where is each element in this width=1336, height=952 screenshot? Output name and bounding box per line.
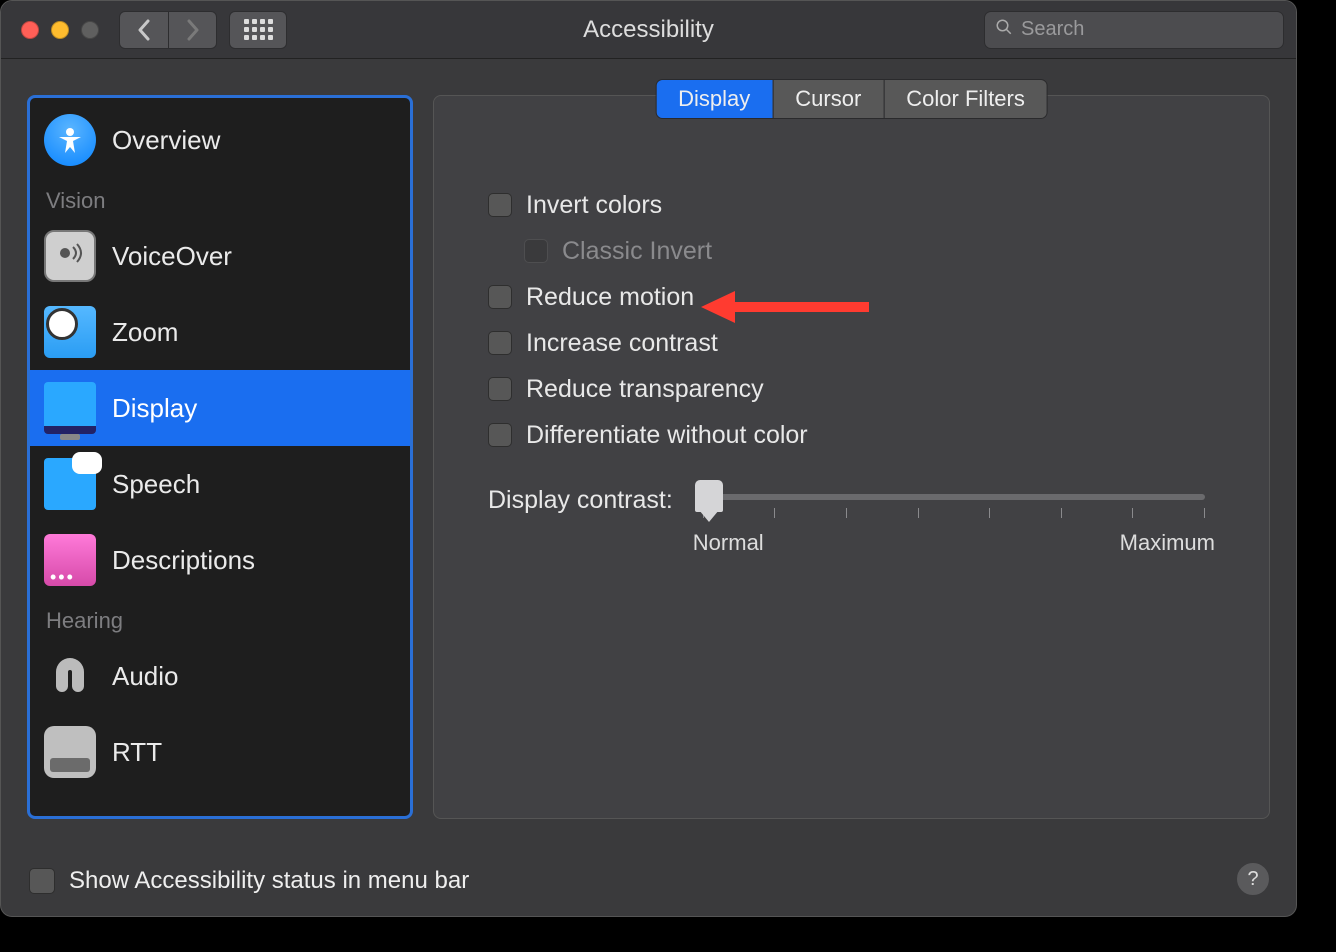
sidebar-item-label: Audio <box>112 661 179 692</box>
slider-max-label: Maximum <box>1120 530 1215 556</box>
differentiate-without-color-checkbox[interactable] <box>488 423 512 447</box>
minimize-window-button[interactable] <box>51 21 69 39</box>
nav-back-forward <box>119 11 217 49</box>
sidebar-item-label: Descriptions <box>112 545 255 576</box>
sidebar-item-speech[interactable]: Speech <box>30 446 410 522</box>
invert-colors-option[interactable]: Invert colors <box>488 186 1215 224</box>
sidebar-item-label: Speech <box>112 469 200 500</box>
slider-min-label: Normal <box>693 530 764 556</box>
sidebar-section-vision: Vision <box>30 178 410 218</box>
sidebar-item-rtt[interactable]: RTT <box>30 714 410 790</box>
show-status-menubar-checkbox[interactable] <box>29 868 55 894</box>
forward-button[interactable] <box>168 12 216 48</box>
search-input[interactable] <box>1021 18 1286 41</box>
slider-ticks <box>703 508 1205 518</box>
sidebar-item-voiceover[interactable]: VoiceOver <box>30 218 410 294</box>
reduce-transparency-option[interactable]: Reduce transparency <box>488 370 1215 408</box>
sidebar-item-descriptions[interactable]: Descriptions <box>30 522 410 598</box>
classic-invert-checkbox <box>524 239 548 263</box>
close-window-button[interactable] <box>21 21 39 39</box>
option-label: Reduce motion <box>526 283 694 312</box>
tab-color-filters[interactable]: Color Filters <box>883 80 1047 118</box>
increase-contrast-checkbox[interactable] <box>488 331 512 355</box>
invert-colors-checkbox[interactable] <box>488 193 512 217</box>
display-icon <box>44 382 96 434</box>
content-area: Overview Vision VoiceOver Zoom Display S… <box>1 59 1296 846</box>
reduce-motion-option[interactable]: Reduce motion <box>488 278 1215 316</box>
increase-contrast-option[interactable]: Increase contrast <box>488 324 1215 362</box>
category-sidebar[interactable]: Overview Vision VoiceOver Zoom Display S… <box>27 95 413 819</box>
display-contrast-slider[interactable]: Normal Maximum <box>693 486 1215 556</box>
footer-checkbox-label: Show Accessibility status in menu bar <box>69 867 469 895</box>
classic-invert-option: Classic Invert <box>524 232 1215 270</box>
sidebar-item-label: RTT <box>112 737 162 768</box>
show-all-preferences-button[interactable] <box>229 11 287 49</box>
window-title: Accessibility <box>583 16 714 44</box>
display-contrast-label: Display contrast: <box>488 486 673 515</box>
sidebar-item-overview[interactable]: Overview <box>30 102 410 178</box>
tab-cursor[interactable]: Cursor <box>772 80 883 118</box>
search-field[interactable] <box>984 11 1284 49</box>
display-options: Invert colors Classic Invert Reduce moti… <box>488 186 1215 454</box>
speech-icon <box>44 458 96 510</box>
sidebar-item-audio[interactable]: Audio <box>30 638 410 714</box>
system-preferences-window: Accessibility Overview Vision VoiceOve <box>0 0 1297 917</box>
display-settings-panel: Display Cursor Color Filters Invert colo… <box>433 95 1270 819</box>
search-icon <box>995 18 1013 41</box>
sidebar-item-label: Zoom <box>112 317 178 348</box>
display-tabs: Display Cursor Color Filters <box>655 79 1048 119</box>
grid-icon <box>244 19 273 40</box>
footer: Show Accessibility status in menu bar ? <box>1 846 1296 916</box>
differentiate-without-color-option[interactable]: Differentiate without color <box>488 416 1215 454</box>
sidebar-item-display[interactable]: Display <box>30 370 410 446</box>
help-button[interactable]: ? <box>1236 862 1270 896</box>
reduce-transparency-checkbox[interactable] <box>488 377 512 401</box>
zoom-window-button[interactable] <box>81 21 99 39</box>
accessibility-overview-icon <box>44 114 96 166</box>
sidebar-item-label: Display <box>112 393 197 424</box>
option-label: Reduce transparency <box>526 375 764 404</box>
audio-icon <box>44 650 96 702</box>
slider-thumb[interactable] <box>695 480 723 512</box>
reduce-motion-checkbox[interactable] <box>488 285 512 309</box>
sidebar-item-zoom[interactable]: Zoom <box>30 294 410 370</box>
sidebar-section-hearing: Hearing <box>30 598 410 638</box>
slider-track <box>703 494 1205 500</box>
descriptions-icon <box>44 534 96 586</box>
window-controls <box>21 21 99 39</box>
sidebar-item-label: Overview <box>112 125 220 156</box>
tab-display[interactable]: Display <box>656 80 772 118</box>
option-label: Invert colors <box>526 191 662 220</box>
slider-end-labels: Normal Maximum <box>693 530 1215 556</box>
back-button[interactable] <box>120 12 168 48</box>
sidebar-item-label: VoiceOver <box>112 241 232 272</box>
voiceover-icon <box>44 230 96 282</box>
display-contrast-row: Display contrast: Normal Maximum <box>488 486 1215 556</box>
zoom-icon <box>44 306 96 358</box>
rtt-icon <box>44 726 96 778</box>
titlebar: Accessibility <box>1 1 1296 59</box>
option-label: Classic Invert <box>562 237 712 266</box>
option-label: Increase contrast <box>526 329 718 358</box>
option-label: Differentiate without color <box>526 421 808 450</box>
